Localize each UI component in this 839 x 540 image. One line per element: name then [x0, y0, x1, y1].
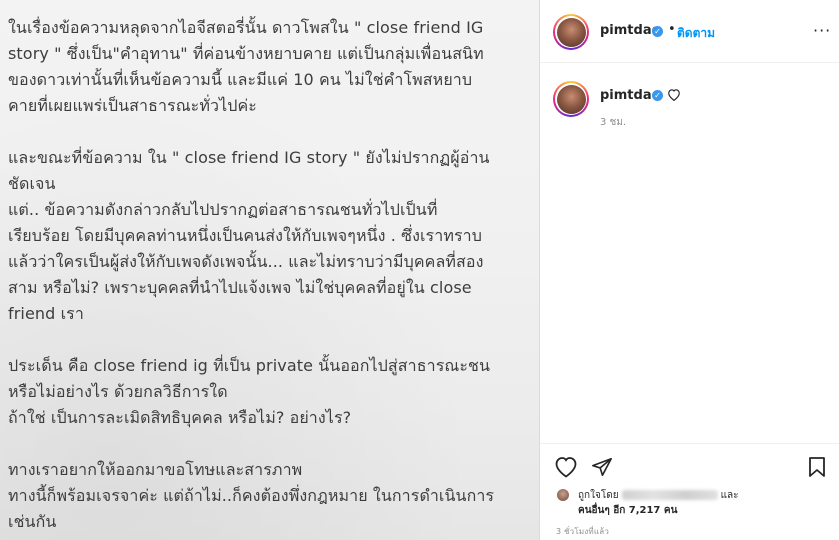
liker-avatar[interactable]	[556, 488, 570, 502]
post-text-line: แล้วว่าใครเป็นผู้ส่งให้กับเพจดังเพจนั้น.…	[8, 252, 484, 271]
post-text-line: ของดาวเท่านั้นที่เห็นข้อความนี้ และมีแค่…	[8, 70, 473, 89]
posted-ago[interactable]: 3 ชั่วโมงที่แล้ว	[556, 525, 609, 538]
heart-icon[interactable]	[554, 456, 578, 478]
post-text-line: หรือไม่อย่างไร ด้วยกลวิธีการใด	[8, 382, 228, 401]
likes-text-line2[interactable]: คนอื่นๆ อีก 7,217 คน	[578, 503, 677, 518]
share-icon[interactable]	[591, 456, 613, 478]
post-text-line: สาม หรือไม่? เพราะบุคคลที่นำไปแจ้งเพจ ไม…	[8, 278, 472, 297]
post-text-line: ในเรื่องข้อความหลุดจากไอจีสตอรี่นั้น ดาว…	[8, 18, 484, 37]
post-text-line: แต่.. ข้อความดังกล่าวกลับไปปรากฏต่อสาธาร…	[8, 200, 438, 219]
author-avatar[interactable]	[553, 14, 589, 50]
likes-prefix: ถูกใจโดย	[578, 490, 619, 501]
post-side-panel: pimtdao ✓ • ติดตาม ··· pimtdao ✓ 3 ชม. ถ…	[539, 0, 839, 540]
post-text-line: story " ซึ่งเป็น"คำอุทาน" ที่ค่อนข้างหยา…	[8, 44, 484, 63]
likes-text-line1: ถูกใจโดย และ	[578, 488, 739, 503]
follow-button[interactable]: ติดตาม	[677, 24, 715, 43]
post-text-line: และขณะที่ข้อความ ใน " close friend IG st…	[8, 148, 490, 167]
comment-time: 3 ชม.	[600, 117, 627, 128]
likes-count[interactable]: คนอื่นๆ อีก 7,217 คน	[578, 505, 677, 516]
post-image[interactable]: ในเรื่องข้อความหลุดจากไอจีสตอรี่นั้น ดาว…	[0, 0, 539, 540]
more-icon[interactable]: ···	[813, 21, 831, 40]
post-text-line: ประเด็น คือ close friend ig ที่เป็น priv…	[8, 356, 491, 375]
post-actions: ถูกใจโดย และ คนอื่นๆ อีก 7,217 คน 3 ชั่วโ…	[540, 443, 839, 540]
post-text-line: ชัดเจน	[8, 174, 56, 193]
post-text-line: ถ้าใช่ เป็นการละเมิดสิทธิบุคคล หรือไม่? …	[8, 408, 352, 427]
comment-avatar[interactable]	[553, 81, 589, 117]
separator-dot: •	[668, 22, 676, 37]
post-text-line: ทางเราอยากให้ออกมาขอโทษและสารภาพ	[8, 460, 303, 479]
verified-icon: ✓	[652, 26, 663, 37]
post-text: ในเรื่องข้อความหลุดจากไอจีสตอรี่นั้น ดาว…	[8, 15, 536, 535]
post-text-line: คายที่เผยแพร่เป็นสาธารณะทั่วไปค่ะ	[8, 96, 258, 115]
heart-icon[interactable]	[667, 88, 681, 101]
post-header: pimtdao ✓ • ติดตาม ···	[540, 0, 839, 63]
blurred-liker-name	[621, 490, 718, 500]
post-text-line: เรียบร้อย โดยมีบุคคลท่านหนึ่งเป็นคนส่งให…	[8, 226, 483, 245]
verified-icon: ✓	[652, 90, 663, 101]
likes-and: และ	[720, 490, 739, 501]
post-text-line: เช่นกัน	[8, 512, 57, 531]
post-text-line: friend เรา	[8, 304, 84, 323]
post-text-line: ทางนี้ก็พร้อมเจรจาค่ะ แต่ถ้าไม่..ก็คงต้อ…	[8, 486, 495, 505]
bookmark-icon[interactable]	[808, 456, 826, 478]
